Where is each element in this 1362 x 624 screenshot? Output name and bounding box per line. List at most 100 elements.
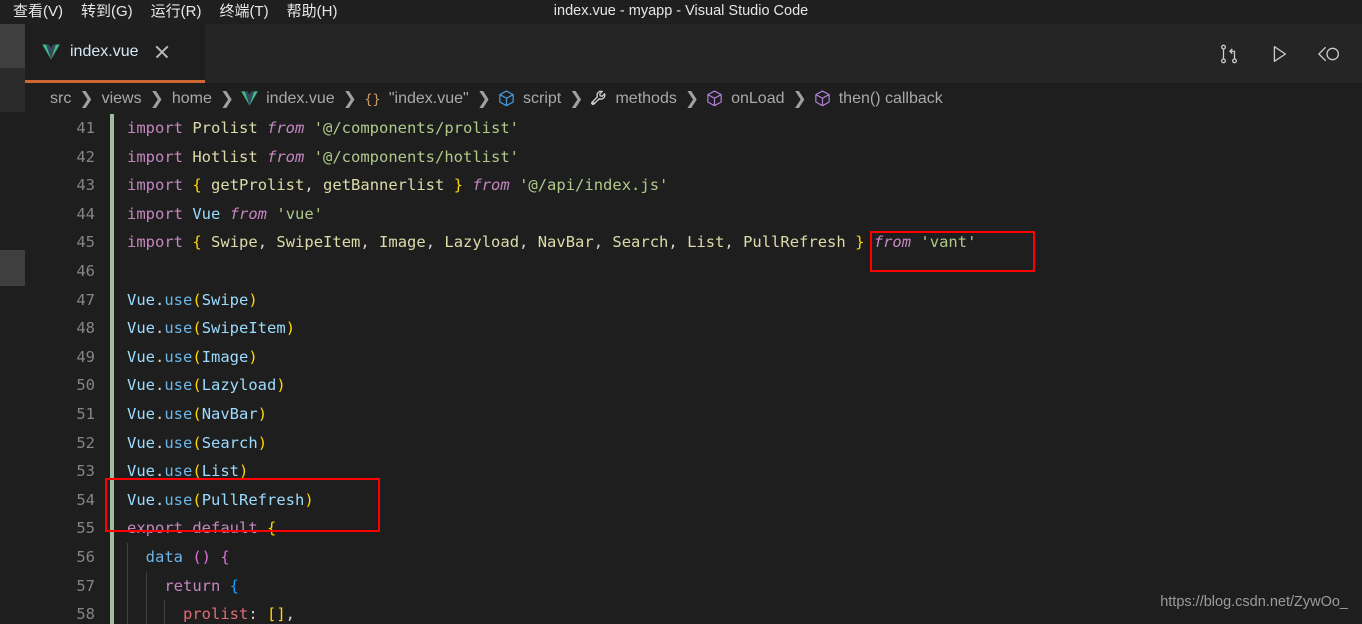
breadcrumb-item-index-vue[interactable]: {} "index.vue" — [363, 89, 471, 108]
breadcrumb-item-then-callback[interactable]: then() callback — [813, 89, 945, 108]
code-token: Vue — [192, 204, 221, 223]
close-icon[interactable] — [153, 43, 171, 61]
open-preview-icon[interactable] — [1316, 41, 1342, 67]
svg-text:{}: {} — [364, 92, 380, 107]
line-number: 55 — [76, 519, 95, 538]
code-line[interactable]: 48 Vue.use(SwipeItem) — [25, 314, 1362, 343]
breadcrumb-item-script[interactable]: script — [497, 89, 563, 108]
code-token: . — [155, 290, 165, 309]
line-content: import { Swipe, SwipeItem, Image, Lazylo… — [127, 228, 976, 257]
breadcrumb-item-methods[interactable]: methods — [589, 89, 678, 108]
code-line[interactable]: 46 — [25, 257, 1362, 286]
code-line[interactable]: 47 Vue.use(Swipe) — [25, 286, 1362, 315]
code-editor[interactable]: 41 import Prolist from '@/components/prol… — [25, 114, 1362, 624]
breadcrumb-item-views[interactable]: views — [100, 90, 144, 108]
code-line[interactable]: 41 import Prolist from '@/components/prol… — [25, 114, 1362, 143]
tab-index-vue[interactable]: index.vue — [25, 24, 205, 83]
breadcrumb-item-index-vue[interactable]: index.vue — [240, 89, 337, 108]
menu-run[interactable]: 运行(R) — [142, 0, 211, 24]
code-line[interactable]: 50 Vue.use(Lazyload) — [25, 371, 1362, 400]
run-play-icon[interactable] — [1266, 41, 1292, 67]
menu-view[interactable]: 查看(V) — [4, 0, 72, 24]
code-line[interactable]: 43 import { getProlist, getBannerlist } f… — [25, 171, 1362, 200]
breadcrumb-item-label: script — [522, 89, 562, 107]
code-token: Prolist — [192, 119, 258, 137]
strip-block-1 — [0, 24, 25, 68]
code-token: NavBar — [537, 233, 594, 252]
breadcrumb-separator-icon: ❯ — [79, 89, 94, 108]
line-content: import Hotlist from '@/components/hotlis… — [127, 143, 519, 172]
code-token: Image — [201, 347, 249, 366]
breadcrumb-item-onload[interactable]: onLoad — [705, 89, 786, 108]
code-token: ) — [285, 319, 296, 338]
editor-actions — [1216, 24, 1356, 83]
split-compare-changes-icon[interactable] — [1216, 41, 1242, 67]
code-line[interactable]: 49 Vue.use(Image) — [25, 343, 1362, 372]
tab-bar: index.vue — [25, 24, 1362, 83]
indent-guide — [145, 571, 147, 601]
menu-help[interactable]: 帮助(H) — [278, 0, 347, 24]
code-token: , — [724, 233, 744, 252]
code-token: import — [127, 147, 183, 166]
code-token: Vue — [127, 490, 155, 509]
code-token: SwipeItem — [201, 319, 286, 338]
watermark-url: https://blog.csdn.net/ZywOo_ — [1160, 594, 1348, 610]
breadcrumb-item-label: methods — [615, 89, 677, 107]
menu-terminal[interactable]: 终端(T) — [211, 0, 278, 24]
code-token: . — [155, 462, 165, 481]
code-token: import — [127, 176, 183, 195]
code-line[interactable]: 45 import { Swipe, SwipeItem, Image, Lazy… — [25, 228, 1362, 257]
code-token: [] — [267, 605, 286, 624]
indent-guide — [145, 600, 147, 624]
code-line[interactable]: 55 export default { — [25, 514, 1362, 543]
breadcrumb-item-src[interactable]: src — [48, 90, 73, 108]
code-token: '@/components/hotlist' — [313, 147, 519, 166]
code-line[interactable]: 56 data () { — [25, 542, 1362, 572]
line-number: 46 — [76, 261, 95, 280]
code-token: getProlist — [211, 176, 305, 195]
code-token: Swipe — [211, 233, 258, 252]
code-token: use — [164, 404, 193, 423]
code-token: ) — [248, 290, 258, 309]
code-token: Vue — [127, 376, 155, 395]
code-token: , — [425, 233, 445, 252]
code-token: , — [304, 176, 324, 195]
code-token: use — [164, 319, 193, 338]
breadcrumb-separator-icon: ❯ — [792, 89, 807, 108]
menu-goto[interactable]: 转到(G) — [72, 0, 142, 24]
line-number: 50 — [76, 376, 95, 395]
vue-file-icon — [41, 42, 61, 62]
code-token: Search — [612, 233, 669, 252]
code-line[interactable]: 44 import Vue from 'vue' — [25, 200, 1362, 229]
code-token: , — [519, 233, 538, 252]
code-token: . — [155, 376, 165, 395]
code-token: } — [855, 233, 865, 252]
code-token: Vue — [127, 290, 155, 309]
code-token: : — [248, 605, 267, 624]
code-lines[interactable]: 41 import Prolist from '@/components/prol… — [25, 114, 1362, 624]
code-token: { — [192, 176, 202, 195]
code-token: from — [873, 233, 912, 252]
code-token: , — [668, 233, 688, 252]
code-line[interactable]: 54 Vue.use(PullRefresh) — [25, 486, 1362, 515]
code-line[interactable]: 52 Vue.use(Search) — [25, 429, 1362, 458]
line-content: Vue.use(List) — [127, 457, 248, 486]
indent-guide — [127, 600, 128, 624]
code-token: from — [229, 204, 268, 223]
code-token: use — [164, 490, 193, 509]
code-line[interactable]: 53 Vue.use(List) — [25, 457, 1362, 486]
code-line[interactable]: 42 import Hotlist from '@/components/hotl… — [25, 143, 1362, 172]
breadcrumb-item-home[interactable]: home — [170, 90, 214, 108]
code-token: from — [472, 176, 510, 195]
code-line[interactable]: 51 Vue.use(NavBar) — [25, 400, 1362, 429]
braces-icon: {} — [364, 92, 380, 107]
menu-bar: 查看(V) 转到(G) 运行(R) 终端(T) 帮助(H) — [0, 0, 346, 24]
code-token: . — [155, 404, 165, 423]
title-bar: 查看(V) 转到(G) 运行(R) 终端(T) 帮助(H) index.vue - my… — [0, 0, 1362, 24]
